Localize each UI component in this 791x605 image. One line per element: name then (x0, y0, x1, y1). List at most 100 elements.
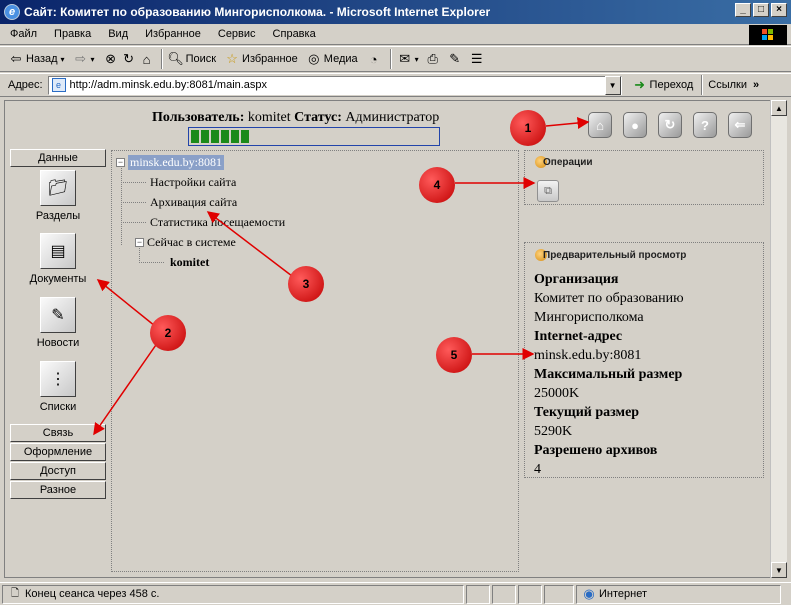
edit-icon[interactable]: ✎ (447, 51, 463, 67)
media-icon: ◎ (308, 51, 320, 66)
exit-icon[interactable]: ⇐ (728, 112, 752, 138)
search-button[interactable]: 🔍︎ Поиск (167, 51, 216, 67)
nav-lists[interactable]: ⋮ Списки (26, 361, 90, 413)
address-dropdown[interactable]: ▼ (604, 75, 621, 95)
vertical-scrollbar[interactable]: ▲ ▼ (770, 100, 787, 578)
tree-item-site-archive[interactable]: Архивация сайта (150, 195, 237, 210)
forward-arrow-icon: ⇨ (75, 51, 86, 66)
menu-file[interactable]: Файл (10, 28, 37, 40)
go-button[interactable]: ➜ Переход (632, 77, 693, 93)
progress-segment (191, 130, 199, 143)
scroll-up-icon[interactable]: ▲ (771, 100, 787, 116)
back-button[interactable]: ⇦ Назад ▾ (8, 51, 65, 67)
refresh-folder-icon[interactable]: ↻ (658, 112, 682, 138)
menu-help[interactable]: Справка (273, 28, 316, 40)
windows-logo-icon (749, 25, 787, 45)
stop-icon[interactable]: ⊗ (103, 51, 119, 67)
tree-item-online-user[interactable]: komitet (170, 255, 209, 270)
menu-favorites[interactable]: Избранное (145, 28, 201, 40)
preview-key: Разрешено архивов (534, 443, 658, 458)
preview-value: Комитет по образованию (534, 291, 684, 306)
annotation-marker-4: 4 (419, 167, 455, 203)
preview-value: minsk.edu.by:8081 (534, 348, 642, 363)
ie-icon: e (4, 4, 20, 20)
globe-icon[interactable]: ● (623, 112, 647, 138)
collapse-icon[interactable]: − (116, 158, 125, 167)
progress-segment (201, 130, 209, 143)
preview-content: Организация Комитет по образованию Минго… (534, 270, 684, 479)
nav-access-button[interactable]: Доступ (10, 462, 106, 480)
nav-documents[interactable]: ▤ Документы (26, 233, 90, 285)
tree-root[interactable]: − minsk.edu.by:8081 (116, 155, 224, 170)
print-icon[interactable]: ⎙ (425, 51, 441, 67)
annotation-marker-5: 5 (436, 337, 472, 373)
session-progress-bar (188, 127, 440, 146)
globe-icon: ◉ (583, 586, 595, 601)
window-title: Сайт: Комитет по образованию Мингориспол… (24, 5, 491, 19)
favorites-button[interactable]: ☆ Избранное (224, 51, 298, 67)
refresh-icon[interactable]: ↻ (121, 51, 137, 67)
preview-value: 5290K (534, 424, 573, 439)
title-bar: e Сайт: Комитет по образованию Мингорисп… (0, 0, 791, 24)
annotation-marker-1: 1 (510, 110, 546, 146)
home-icon[interactable]: ⌂ (139, 51, 155, 67)
home-folder-icon[interactable]: ⌂ (588, 112, 612, 138)
nav-news[interactable]: ✎ Новости (26, 297, 90, 349)
list-icon: ⋮ (40, 361, 76, 397)
help-icon[interactable]: ? (693, 112, 717, 138)
folder-icon: 📁︎ (40, 170, 76, 206)
annotation-marker-3: 3 (288, 266, 324, 302)
menu-tools[interactable]: Сервис (218, 28, 256, 40)
star-icon: ☆ (226, 51, 238, 66)
status-message: 🗋︎ Конец сеанса через 458 с. (2, 584, 464, 604)
search-icon: 🔍︎ (167, 51, 184, 66)
nav-contact-button[interactable]: Связь (10, 424, 106, 442)
scroll-down-icon[interactable]: ▼ (771, 562, 787, 578)
discuss-icon[interactable]: ☰ (469, 51, 485, 67)
menu-view[interactable]: Вид (108, 28, 128, 40)
history-icon[interactable]: ◔ (366, 51, 382, 67)
collapse-icon[interactable]: − (135, 238, 144, 247)
address-label: Адрес: (8, 79, 43, 91)
mail-icon[interactable]: ✉ (397, 51, 413, 67)
toolbar: ⇦ Назад ▾ ⇨ ▾ ⊗ ↻ ⌂ 🔍︎ Поиск ☆ Избранное… (0, 46, 791, 72)
operations-panel: Операции (524, 150, 764, 205)
nav-misc-button[interactable]: Разное (10, 481, 106, 499)
nav-sections[interactable]: 📁︎ Разделы (26, 170, 90, 222)
page-status-icon: 🗋︎ (10, 587, 20, 599)
progress-segment (221, 130, 229, 143)
annotation-marker-2: 2 (150, 315, 186, 351)
nav-data-button[interactable]: Данные (10, 149, 106, 167)
menu-edit[interactable]: Правка (54, 28, 91, 40)
minimize-button[interactable]: _ (735, 3, 751, 17)
chevron-right-icon[interactable]: » (753, 79, 759, 91)
progress-segment (211, 130, 219, 143)
page-icon: e (51, 78, 66, 92)
preview-value: 4 (534, 462, 541, 477)
preview-value: 25000K (534, 386, 580, 401)
go-arrow-icon: ➜ (634, 77, 645, 92)
preview-key: Internet-адрес (534, 329, 623, 344)
news-icon: ✎ (40, 297, 76, 333)
progress-segment (241, 130, 249, 143)
tree-item-statistics[interactable]: Статистика посещаемости (150, 215, 285, 230)
media-button[interactable]: ◎ Медиа (306, 51, 358, 67)
documents-icon: ▤ (40, 233, 76, 269)
operation-icon[interactable]: ⧉ (537, 180, 559, 202)
close-button[interactable]: × (771, 3, 787, 17)
top-action-icons: ⌂ ● ↻ ? ⇐ (588, 112, 752, 138)
back-arrow-icon: ⇦ (10, 51, 22, 66)
menu-bar: Файл Правка Вид Избранное Сервис Справка (0, 24, 791, 45)
preview-value: Мингорисполкома (534, 310, 644, 325)
forward-button[interactable]: ⇨ ▾ (73, 51, 94, 67)
tree-item-site-settings[interactable]: Настройки сайта (150, 175, 236, 190)
nav-design-button[interactable]: Оформление (10, 443, 106, 461)
links-label[interactable]: Ссылки (708, 79, 747, 91)
maximize-button[interactable]: □ (753, 3, 769, 17)
zone-indicator: ◉ Интернет (576, 584, 781, 604)
preview-key: Текущий размер (534, 405, 640, 420)
status-bar: 🗋︎ Конец сеанса через 458 с. ◉ Интернет (0, 582, 791, 605)
address-input[interactable]: e http://adm.minsk.edu.by:8081/main.aspx… (47, 75, 622, 95)
progress-segment (231, 130, 239, 143)
tree-item-online[interactable]: − Сейчас в системе (135, 235, 236, 250)
